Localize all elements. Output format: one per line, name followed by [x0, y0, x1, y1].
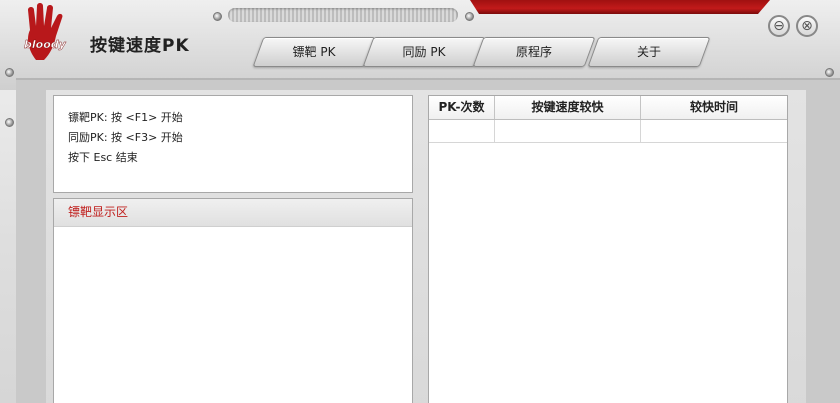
tab-about[interactable]: 关于 [587, 37, 711, 67]
instruction-esc: 按下 Esc 结束 [68, 151, 138, 164]
tab-label: 镖靶 PK [292, 45, 336, 59]
tab-sync-pk[interactable]: 同励 PK [362, 37, 486, 67]
drag-grip[interactable] [228, 8, 458, 22]
results-table[interactable]: PK-次数 按键速度较快 较快时间 [428, 95, 788, 403]
tab-label: 同励 PK [402, 45, 446, 59]
column-header-faster-speed[interactable]: 按键速度较快 [495, 96, 641, 119]
bloody-logo: bloody [22, 2, 88, 64]
tab-label: 关于 [636, 45, 661, 59]
tab-dart-pk[interactable]: 镖靶 PK [252, 37, 376, 67]
instruction-dart-pk: 镖靶PK: 按 <F1> 开始 [68, 111, 183, 124]
table-row[interactable] [429, 120, 787, 143]
tab-original-program[interactable]: 原程序 [472, 37, 596, 67]
title-accent-strip [470, 0, 770, 14]
table-header: PK-次数 按键速度较快 较快时间 [429, 96, 787, 120]
column-header-faster-time[interactable]: 较快时间 [641, 96, 787, 119]
screw-icon [5, 118, 14, 127]
logo-text: bloody [24, 38, 67, 51]
screw-icon [825, 68, 834, 77]
target-display-panel[interactable]: 镖靶显示区 [53, 198, 413, 403]
target-display-title: 镖靶显示区 [54, 199, 412, 227]
table-cell [641, 120, 787, 142]
screw-icon [465, 12, 474, 21]
column-header-pk-count[interactable]: PK-次数 [429, 96, 495, 119]
instruction-sync-pk: 同励PK: 按 <F3> 开始 [68, 131, 183, 144]
table-cell [429, 120, 495, 142]
instructions-panel: 镖靶PK: 按 <F1> 开始 同励PK: 按 <F3> 开始 按下 Esc 结… [53, 95, 413, 193]
app-title: 按键速度PK [90, 36, 190, 56]
screw-icon [5, 68, 14, 77]
minimize-button[interactable]: ⊖ [768, 15, 790, 37]
table-cell [495, 120, 641, 142]
app-window: bloody 按键速度PK ⊖ ⊗ 镖靶 PK 同励 PK 原程序 关于 镖靶P… [0, 0, 840, 403]
screw-icon [213, 12, 222, 21]
tab-label: 原程序 [515, 45, 552, 59]
close-button[interactable]: ⊗ [796, 15, 818, 37]
